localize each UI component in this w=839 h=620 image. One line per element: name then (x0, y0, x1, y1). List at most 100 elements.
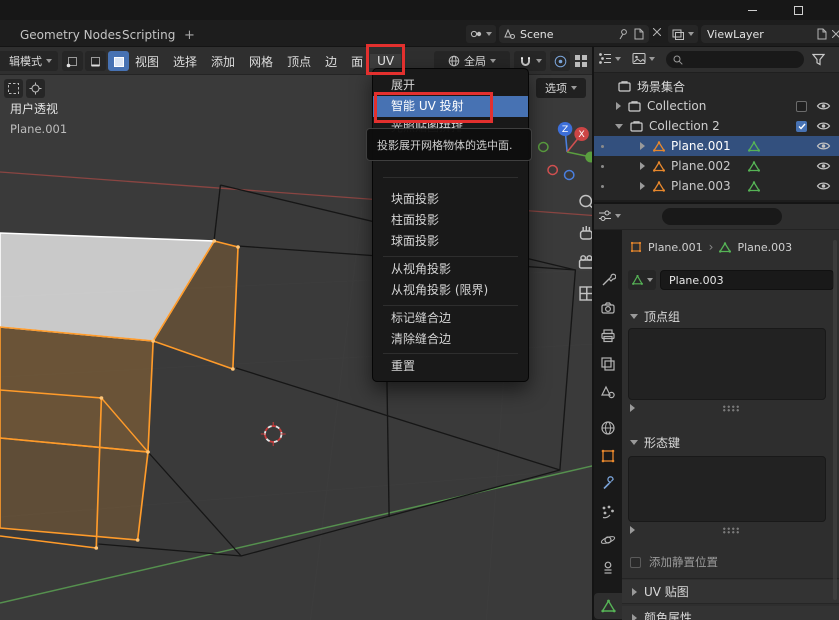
plane-003-row[interactable]: Plane.003 (594, 176, 839, 196)
menu-item-mark-seam[interactable]: 标记缝合边 (373, 308, 528, 329)
navigation-gizmo[interactable]: Z X (539, 122, 593, 180)
mesh-data-dropdown[interactable] (628, 270, 656, 290)
menu-uv[interactable]: UV (370, 54, 401, 68)
new-scene-icon[interactable] (633, 28, 644, 40)
expand-icon[interactable] (616, 102, 621, 110)
tab-view-layer[interactable] (597, 353, 619, 375)
edge-select-button[interactable] (85, 51, 106, 71)
browse-scene-button[interactable] (466, 25, 496, 43)
menu-item-project-from-view-bounds[interactable]: 从视角投影 (限界) (373, 280, 528, 301)
tab-modifiers[interactable] (597, 473, 619, 495)
expand-icon[interactable] (640, 162, 645, 170)
collection-checkbox[interactable] (796, 101, 807, 112)
menu-edge[interactable]: 边 (318, 53, 344, 70)
menu-item-cylinder-projection[interactable]: 柱面投影 (373, 210, 528, 231)
vertex-select-button[interactable] (62, 51, 83, 71)
tab-particles[interactable] (597, 501, 619, 523)
tab-scene[interactable] (597, 381, 619, 403)
menu-item-clear-seam[interactable]: 清除缝合边 (373, 329, 528, 350)
collection-2-row[interactable]: Collection 2 (594, 116, 839, 136)
cursor-tool-button[interactable] (26, 79, 45, 98)
eye-icon[interactable] (816, 141, 831, 151)
maximize-button[interactable] (775, 0, 821, 20)
collection-row[interactable]: Collection (594, 96, 839, 116)
eye-icon[interactable] (816, 101, 831, 111)
menu-item-unwrap[interactable]: 展开 (373, 75, 528, 96)
shape-keys-list[interactable] (628, 456, 826, 522)
eye-icon[interactable] (816, 121, 831, 131)
new-view-layer-icon[interactable] (816, 28, 827, 40)
collection-2-checkbox[interactable] (796, 121, 807, 132)
vertex-groups-list[interactable] (628, 328, 826, 400)
filter-button[interactable] (812, 53, 825, 69)
outliner-display-mode-dropdown[interactable] (632, 52, 655, 65)
menu-face[interactable]: 面 (344, 53, 370, 70)
tab-scripting[interactable]: Scripting (112, 25, 185, 45)
tab-render[interactable] (597, 297, 619, 319)
minimize-button[interactable] (729, 0, 775, 20)
tab-constraints[interactable] (597, 557, 619, 579)
plane-001-row[interactable]: Plane.001 (594, 136, 839, 156)
chevron-down-icon (647, 278, 653, 282)
scene-collection-row[interactable]: 场景集合 (594, 76, 839, 96)
menu-item-cube-projection[interactable]: 块面投影 (373, 189, 528, 210)
data-name-field[interactable] (660, 270, 834, 290)
menu-mesh[interactable]: 网格 (242, 53, 280, 70)
rest-position-checkbox[interactable] (630, 557, 641, 568)
new-workspace-tab-button[interactable]: + (178, 25, 201, 46)
tab-output[interactable] (597, 325, 619, 347)
expand-icon[interactable] (640, 182, 645, 190)
select-box-tool-button[interactable] (4, 79, 23, 98)
tab-object-data[interactable] (597, 595, 619, 617)
menu-add[interactable]: 添加 (204, 53, 242, 70)
camera-view-icon[interactable] (580, 256, 593, 268)
list-menu-icon[interactable] (630, 526, 635, 534)
uv-maps-panel-header[interactable]: UV 贴图 (622, 580, 839, 604)
plane-002-row[interactable]: Plane.002 (594, 156, 839, 176)
tab-physics[interactable] (597, 529, 619, 551)
menu-vertex[interactable]: 顶点 (280, 53, 318, 70)
breadcrumb-data[interactable]: Plane.003 (737, 241, 792, 254)
collapse-icon[interactable] (615, 124, 623, 129)
properties-search-input[interactable] (669, 211, 769, 223)
color-attributes-panel-header[interactable]: 颜色属性 (622, 606, 839, 620)
outliner-search-input[interactable] (688, 54, 788, 66)
editor-type-dropdown[interactable] (598, 209, 621, 222)
vertex-groups-section-header[interactable]: 顶点组 (630, 308, 680, 325)
close-button[interactable] (821, 0, 839, 20)
menu-select[interactable]: 选择 (166, 53, 204, 70)
menu-item-sphere-projection[interactable]: 球面投影 (373, 231, 528, 252)
browse-view-layer-button[interactable] (668, 25, 698, 43)
breadcrumb-object[interactable]: Plane.001 (648, 241, 703, 254)
resize-grip-icon[interactable] (722, 527, 740, 534)
menu-view[interactable]: 视图 (128, 53, 166, 70)
resize-grip-icon[interactable] (722, 405, 740, 412)
menu-item-reset[interactable]: 重置 (373, 356, 528, 377)
mode-dropdown[interactable]: 辑模式 (0, 51, 58, 71)
scrollbar[interactable] (833, 240, 837, 600)
proportional-edit-button[interactable] (550, 51, 570, 71)
tab-tool[interactable] (597, 269, 619, 291)
shape-keys-section-header[interactable]: 形态键 (630, 434, 680, 451)
expand-icon[interactable] (640, 142, 645, 150)
unlink-scene-button[interactable] (653, 28, 661, 36)
tab-world[interactable] (597, 417, 619, 439)
menu-item-smart-uv-project[interactable]: 智能 UV 投射 (373, 96, 528, 117)
menu-item-project-from-view[interactable]: 从视角投影 (373, 259, 528, 280)
options-dropdown[interactable]: 选项 (536, 78, 586, 98)
window-titlebar (0, 0, 839, 20)
face-select-button[interactable] (108, 51, 129, 71)
list-menu-icon[interactable] (630, 404, 635, 412)
view-layer-selector[interactable]: ViewLayer (701, 25, 839, 43)
pin-icon[interactable] (617, 28, 628, 40)
outliner-search[interactable] (666, 51, 804, 68)
overlays-toggle[interactable] (574, 54, 588, 68)
properties-search[interactable] (662, 208, 782, 225)
eye-icon[interactable] (816, 161, 831, 171)
scene-selector[interactable]: Scene (499, 25, 649, 43)
tab-object[interactable] (597, 445, 619, 467)
x-icon[interactable] (832, 30, 839, 38)
eye-icon[interactable] (816, 181, 831, 191)
editor-type-dropdown[interactable] (598, 52, 621, 65)
pan-hand-icon[interactable] (581, 226, 592, 239)
